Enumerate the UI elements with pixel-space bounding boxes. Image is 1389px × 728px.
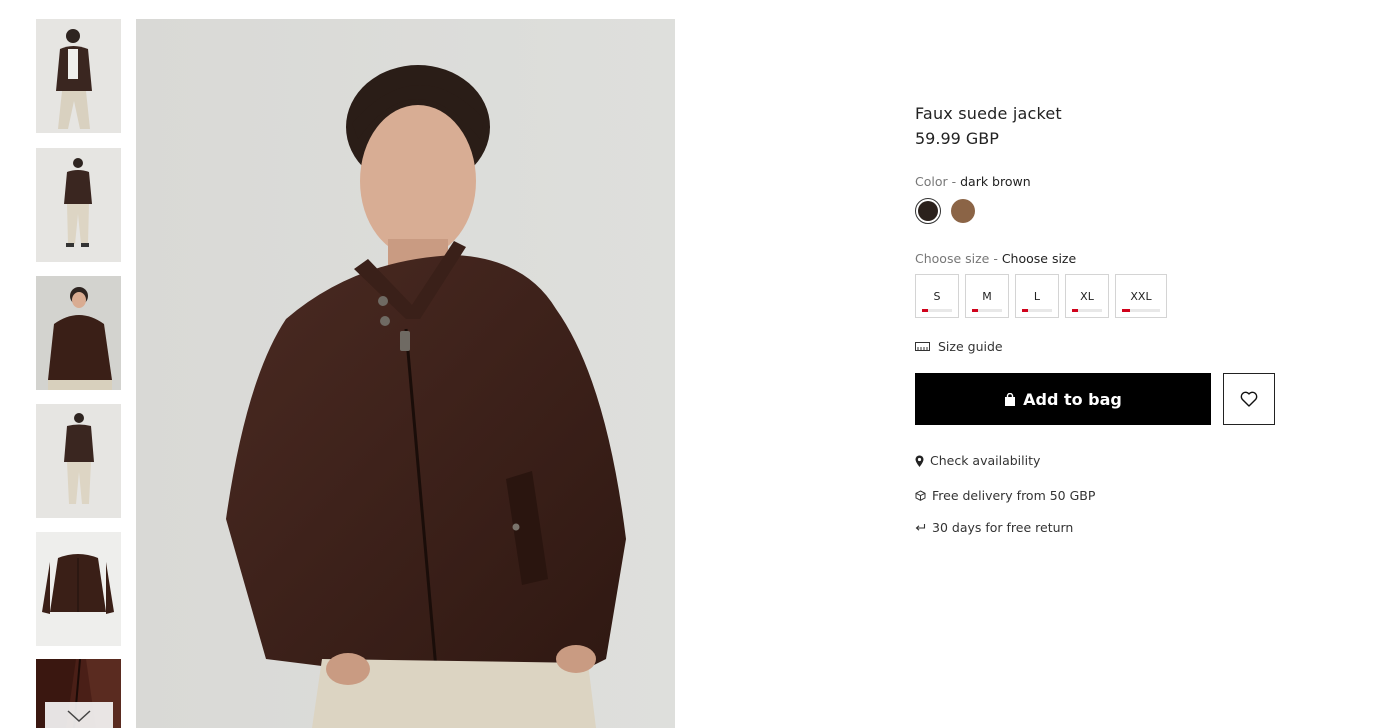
size-option-xl[interactable]: XL [1065, 274, 1109, 318]
delivery-info: Free delivery from 50 GBP [915, 488, 1295, 503]
add-to-bag-button[interactable]: Add to bag [915, 373, 1211, 425]
size-guide-link[interactable]: Size guide [915, 339, 1295, 354]
stock-bar [1022, 309, 1052, 312]
size-separator: - [989, 251, 1002, 266]
thumbnail-3[interactable] [36, 276, 121, 390]
size-option-label: XL [1080, 290, 1094, 303]
size-option-s[interactable]: S [915, 274, 959, 318]
thumbnail-5-image [36, 532, 121, 646]
color-separator: - [947, 174, 961, 189]
gallery-next-button[interactable] [45, 702, 113, 728]
product-price: 59.99 GBP [915, 129, 999, 148]
stock-bar [922, 309, 952, 312]
stock-bar-fill [922, 309, 928, 312]
color-swatch-dark-brown-dot [918, 201, 938, 221]
size-label: Choose size - Choose size [915, 251, 1295, 266]
color-label-text: Color [915, 174, 948, 189]
shopping-bag-icon [1005, 392, 1016, 406]
size-option-l[interactable]: L [1015, 274, 1059, 318]
color-selected-name: dark brown [960, 174, 1031, 189]
thumbnail-4-image [36, 404, 121, 518]
size-option-label: S [933, 290, 941, 303]
box-icon [915, 490, 926, 501]
size-option-xxl[interactable]: XXL [1115, 274, 1167, 318]
stock-bar [1072, 309, 1102, 312]
color-swatch-dark-brown[interactable] [915, 198, 941, 224]
wishlist-button[interactable] [1223, 373, 1275, 425]
product-info-panel: Faux suede jacket 59.99 GBP Color - dark… [915, 104, 1295, 535]
thumbnail-1-image [36, 19, 121, 133]
location-pin-icon [915, 455, 924, 467]
thumbnail-2-image [36, 148, 121, 262]
size-selected-text: Choose size [1001, 251, 1077, 266]
return-info: 30 days for free return [915, 520, 1295, 535]
delivery-info-text: Free delivery from 50 GBP [932, 488, 1096, 503]
ruler-icon [915, 342, 930, 351]
return-info-text: 30 days for free return [932, 520, 1074, 535]
size-option-label: L [1033, 290, 1041, 303]
stock-bar-fill [1072, 309, 1078, 312]
color-swatch-brown[interactable] [950, 198, 976, 224]
product-photo [136, 19, 675, 728]
main-product-image[interactable] [136, 19, 675, 728]
size-option-m[interactable]: M [965, 274, 1009, 318]
purchase-actions: Add to bag [915, 373, 1295, 425]
thumbnail-5[interactable] [36, 532, 121, 646]
size-option-label: XXL [1130, 290, 1152, 303]
color-label: Color - dark brown [915, 174, 1295, 189]
check-availability-link[interactable]: Check availability [915, 453, 1295, 468]
stock-bar [1122, 309, 1160, 312]
size-options: S M L XL XXL [915, 274, 1295, 318]
add-to-bag-label: Add to bag [1023, 389, 1122, 409]
thumbnail-2[interactable] [36, 148, 121, 262]
thumbnail-3-image [36, 276, 121, 390]
stock-bar-fill [972, 309, 978, 312]
check-availability-label: Check availability [930, 453, 1041, 468]
color-swatch-brown-dot [951, 199, 975, 223]
color-swatches [915, 198, 1295, 224]
thumbnail-4[interactable] [36, 404, 121, 518]
stock-bar [972, 309, 1002, 312]
size-guide-label: Size guide [938, 339, 1003, 354]
size-label-text: Choose size [915, 251, 990, 266]
return-arrow-icon [915, 523, 926, 531]
stock-bar-fill [1022, 309, 1028, 312]
stock-bar-fill [1122, 309, 1130, 312]
chevron-down-icon [67, 710, 91, 723]
size-option-label: M [982, 290, 992, 303]
product-title: Faux suede jacket [915, 104, 1062, 123]
heart-icon [1240, 391, 1258, 407]
thumbnail-1[interactable] [36, 19, 121, 133]
